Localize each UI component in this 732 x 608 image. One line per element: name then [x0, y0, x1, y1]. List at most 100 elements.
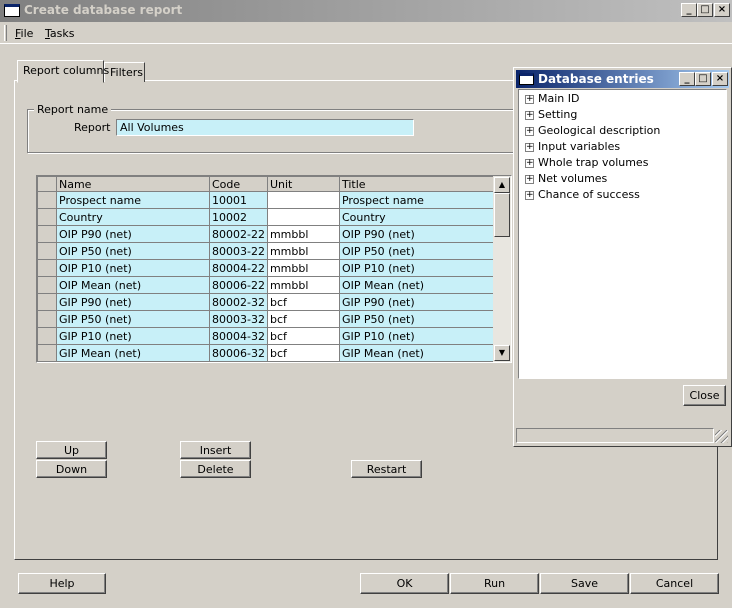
- table-row[interactable]: OIP Mean (net) 80006-22 mmbbl OIP Mean (net…: [37, 276, 496, 294]
- table-row[interactable]: GIP P50 (net) 80003-32 bcf GIP P50 (net): [37, 310, 496, 328]
- insert-button[interactable]: Insert: [180, 441, 251, 459]
- cell-unit[interactable]: mmbbl: [266, 276, 340, 294]
- table-row[interactable]: OIP P90 (net) 80002-22 mmbbl OIP P90 (net): [37, 225, 496, 243]
- cell-name[interactable]: Prospect name: [56, 191, 210, 209]
- cell-unit[interactable]: mmbbl: [266, 225, 340, 243]
- table-row[interactable]: Prospect name 10001 Prospect name: [37, 191, 496, 209]
- tab-filters[interactable]: Filters: [104, 62, 145, 82]
- database-entries-title-bar[interactable]: Database entries _ □ ×: [516, 70, 729, 88]
- maximize-button[interactable]: □: [697, 3, 713, 17]
- minimize-button[interactable]: _: [681, 3, 697, 17]
- cell-title[interactable]: OIP P10 (net): [338, 259, 496, 277]
- row-selector[interactable]: [37, 225, 57, 243]
- table-row[interactable]: GIP Mean (net) 80006-32 bcf GIP Mean (net): [37, 344, 496, 362]
- tree-item[interactable]: + Setting: [525, 108, 577, 124]
- table-row[interactable]: GIP P90 (net) 80002-32 bcf GIP P90 (net): [37, 293, 496, 311]
- row-selector[interactable]: [37, 293, 57, 311]
- cell-title[interactable]: Prospect name: [338, 191, 496, 209]
- tab-report-columns[interactable]: Report columns: [17, 60, 109, 83]
- cell-code[interactable]: 80002-22: [209, 225, 268, 243]
- expand-plus-icon[interactable]: +: [525, 174, 534, 184]
- cancel-button[interactable]: Cancel: [630, 573, 719, 594]
- cell-title[interactable]: OIP P50 (net): [338, 242, 496, 260]
- cell-name[interactable]: GIP P50 (net): [56, 310, 210, 328]
- cell-unit[interactable]: [266, 191, 340, 209]
- close-button[interactable]: ×: [714, 3, 730, 17]
- expand-plus-icon[interactable]: +: [525, 158, 534, 168]
- tree-item[interactable]: + Chance of success: [525, 188, 640, 204]
- expand-plus-icon[interactable]: +: [525, 126, 534, 136]
- expand-plus-icon[interactable]: +: [525, 190, 534, 200]
- scroll-up-arrow-icon[interactable]: ▲: [494, 177, 510, 193]
- menu-tasks[interactable]: Tasks: [45, 27, 74, 40]
- tree-item[interactable]: + Main ID: [525, 92, 579, 108]
- cell-code[interactable]: 80003-32: [209, 310, 268, 328]
- cell-code[interactable]: 10002: [209, 208, 268, 226]
- cell-name[interactable]: GIP P90 (net): [56, 293, 210, 311]
- cell-name[interactable]: OIP Mean (net): [56, 276, 210, 294]
- row-selector[interactable]: [37, 276, 57, 294]
- cell-title[interactable]: GIP P50 (net): [338, 310, 496, 328]
- cell-unit[interactable]: [266, 208, 340, 226]
- scroll-down-arrow-icon[interactable]: ▼: [494, 345, 510, 361]
- column-header-title[interactable]: Title: [338, 176, 496, 192]
- main-title-bar[interactable]: Create database report _ □ ×: [0, 0, 732, 22]
- scroll-thumb[interactable]: [494, 193, 510, 237]
- database-entries-window[interactable]: Database entries _ □ × + Main ID + Setting +…: [513, 67, 732, 447]
- tree-item[interactable]: + Input variables: [525, 140, 620, 156]
- menu-file[interactable]: File: [15, 27, 33, 40]
- db-minimize-button[interactable]: _: [679, 72, 695, 86]
- cell-name[interactable]: OIP P50 (net): [56, 242, 210, 260]
- cell-title[interactable]: GIP P10 (net): [338, 327, 496, 345]
- row-selector[interactable]: [37, 208, 57, 226]
- expand-plus-icon[interactable]: +: [525, 94, 534, 104]
- table-row[interactable]: Country 10002 Country: [37, 208, 496, 226]
- restart-button[interactable]: Restart: [351, 460, 422, 478]
- up-button[interactable]: Up: [36, 441, 107, 459]
- run-button[interactable]: Run: [450, 573, 539, 594]
- cell-unit[interactable]: mmbbl: [266, 242, 340, 260]
- tree-item[interactable]: + Geological description: [525, 124, 660, 140]
- report-name-input[interactable]: All Volumes: [116, 119, 414, 136]
- cell-code[interactable]: 80006-22: [209, 276, 268, 294]
- tree-item[interactable]: + Net volumes: [525, 172, 607, 188]
- row-selector[interactable]: [37, 242, 57, 260]
- ok-button[interactable]: OK: [360, 573, 449, 594]
- save-button[interactable]: Save: [540, 573, 629, 594]
- cell-name[interactable]: GIP Mean (net): [56, 344, 210, 362]
- table-row[interactable]: OIP P10 (net) 80004-22 mmbbl OIP P10 (net): [37, 259, 496, 277]
- column-header-unit[interactable]: Unit: [266, 176, 340, 192]
- tree-item[interactable]: + Whole trap volumes: [525, 156, 648, 172]
- cell-code[interactable]: 80006-32: [209, 344, 268, 362]
- delete-button[interactable]: Delete: [180, 460, 251, 478]
- cell-unit[interactable]: bcf: [266, 293, 340, 311]
- help-button[interactable]: Help: [18, 573, 106, 594]
- column-header-code[interactable]: Code: [209, 176, 268, 192]
- cell-code[interactable]: 80002-32: [209, 293, 268, 311]
- cell-name[interactable]: GIP P10 (net): [56, 327, 210, 345]
- cell-name[interactable]: OIP P90 (net): [56, 225, 210, 243]
- cell-title[interactable]: GIP Mean (net): [338, 344, 496, 362]
- report-columns-grid[interactable]: Name Code Unit Title Prospect name 10001 P…: [36, 175, 512, 363]
- grid-vertical-scrollbar[interactable]: ▲ ▼: [493, 176, 511, 362]
- resize-grip-icon[interactable]: [715, 430, 728, 443]
- expand-plus-icon[interactable]: +: [525, 142, 534, 152]
- cell-title[interactable]: Country: [338, 208, 496, 226]
- cell-unit[interactable]: bcf: [266, 310, 340, 328]
- row-selector[interactable]: [37, 344, 57, 362]
- cell-name[interactable]: Country: [56, 208, 210, 226]
- row-selector[interactable]: [37, 310, 57, 328]
- row-selector[interactable]: [37, 327, 57, 345]
- db-close-icon[interactable]: ×: [712, 72, 728, 86]
- cell-title[interactable]: GIP P90 (net): [338, 293, 496, 311]
- cell-title[interactable]: OIP Mean (net): [338, 276, 496, 294]
- row-selector[interactable]: [37, 191, 57, 209]
- cell-unit[interactable]: mmbbl: [266, 259, 340, 277]
- table-row[interactable]: GIP P10 (net) 80004-32 bcf GIP P10 (net): [37, 327, 496, 345]
- expand-plus-icon[interactable]: +: [525, 110, 534, 120]
- table-row[interactable]: OIP P50 (net) 80003-22 mmbbl OIP P50 (net): [37, 242, 496, 260]
- cell-unit[interactable]: bcf: [266, 344, 340, 362]
- cell-code[interactable]: 80004-32: [209, 327, 268, 345]
- column-header-name[interactable]: Name: [56, 176, 210, 192]
- down-button[interactable]: Down: [36, 460, 107, 478]
